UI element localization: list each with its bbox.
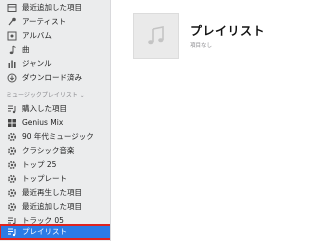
sidebar-item-recently-added[interactable]: 最近追加した項目 xyxy=(0,1,110,15)
artist-icon xyxy=(7,17,17,27)
sidebar-item-label: クラシック音楽 xyxy=(22,146,75,155)
sidebar-item-recently-played[interactable]: 最近再生した項目 xyxy=(0,186,110,200)
sidebar-item-top-25[interactable]: トップ 25 xyxy=(0,158,110,172)
section-header-label: ミュージックプレイリスト xyxy=(6,92,78,99)
music-note-icon xyxy=(148,26,164,45)
playlist-icon xyxy=(7,227,17,237)
playlist-icon xyxy=(7,104,17,114)
recently-added-icon xyxy=(7,3,17,13)
sidebar-item-label: 最近再生した項目 xyxy=(22,188,82,197)
sidebar-item-label: 最近追加した項目 xyxy=(22,3,82,12)
playlist-artwork[interactable] xyxy=(133,13,179,59)
clipped-text-edge xyxy=(297,182,300,218)
page-title: プレイリスト xyxy=(190,24,266,38)
sidebar: 最近追加した項目 アーティスト アルバム 曲 ジャンル ダウンロード済み ミュー… xyxy=(0,0,111,241)
album-icon xyxy=(7,31,17,41)
smart-playlist-icon xyxy=(7,188,17,198)
sidebar-item-downloaded[interactable]: ダウンロード済み xyxy=(0,71,110,85)
sidebar-item-genius-mix[interactable]: Genius Mix xyxy=(0,116,110,130)
sidebar-item-label: ダウンロード済み xyxy=(22,73,82,82)
chevron-down-icon: ⌄ xyxy=(79,93,85,99)
sidebar-item-label: アーティスト xyxy=(22,17,67,26)
smart-playlist-icon xyxy=(7,160,17,170)
genre-icon xyxy=(7,59,17,69)
sidebar-item-label: 曲 xyxy=(22,45,30,54)
sidebar-item-albums[interactable]: アルバム xyxy=(0,29,110,43)
sidebar-item-purchased[interactable]: 購入した項目 xyxy=(0,102,110,116)
sidebar-item-label: トップ 25 xyxy=(22,160,57,169)
main-content: プレイリスト 項目なし xyxy=(112,0,300,241)
sidebar-item-label: アルバム xyxy=(22,31,52,40)
smart-playlist-icon xyxy=(7,146,17,156)
song-icon xyxy=(7,45,17,55)
sidebar-item-label: プレイリスト xyxy=(22,227,67,236)
sidebar-item-recently-added-playlist[interactable]: 最近追加した項目 xyxy=(0,200,110,214)
sidebar-item-label: ジャンル xyxy=(22,59,52,68)
sidebar-item-label: Genius Mix xyxy=(22,118,64,127)
playlists-section-header[interactable]: ミュージックプレイリスト ⌄ xyxy=(6,91,85,101)
sidebar-item-songs[interactable]: 曲 xyxy=(0,43,110,57)
sidebar-item-playlist-selected[interactable]: プレイリスト xyxy=(0,224,110,240)
smart-playlist-icon xyxy=(7,202,17,212)
sidebar-item-label: 購入した項目 xyxy=(22,104,67,113)
sidebar-item-90s-music[interactable]: 90 年代ミュージック xyxy=(0,130,110,144)
sidebar-item-label: トップレート xyxy=(22,174,67,183)
playlist-subtitle: 項目なし xyxy=(190,43,213,49)
sidebar-item-classical[interactable]: クラシック音楽 xyxy=(0,144,110,158)
sidebar-item-genres[interactable]: ジャンル xyxy=(0,57,110,71)
smart-playlist-icon xyxy=(7,132,17,142)
smart-playlist-icon xyxy=(7,174,17,184)
sidebar-item-top-rated[interactable]: トップレート xyxy=(0,172,110,186)
sidebar-item-label: 90 年代ミュージック xyxy=(22,132,94,141)
sidebar-item-label: 最近追加した項目 xyxy=(22,202,82,211)
sidebar-item-artists[interactable]: アーティスト xyxy=(0,15,110,29)
downloaded-icon xyxy=(7,73,17,83)
genius-mix-icon xyxy=(7,118,17,128)
